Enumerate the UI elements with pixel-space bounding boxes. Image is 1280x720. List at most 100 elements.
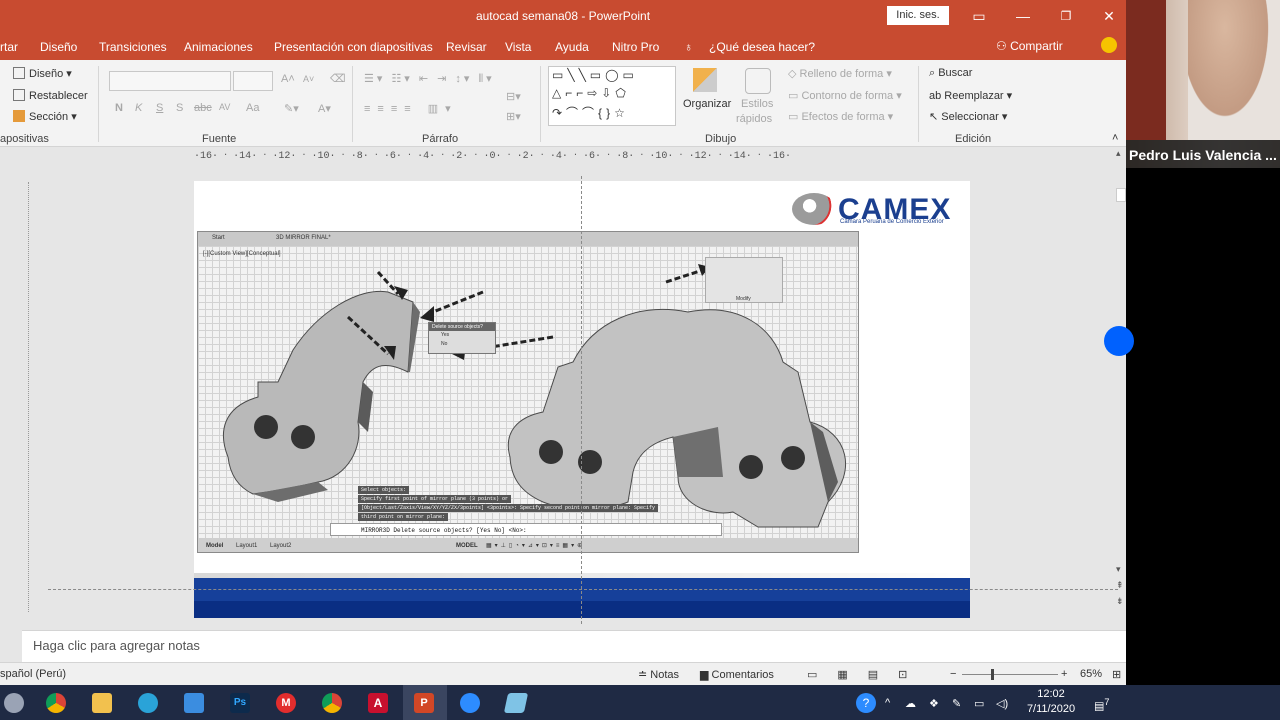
scroll-down-icon[interactable]: ▾ xyxy=(1116,564,1121,575)
scroll-thumb[interactable] xyxy=(1116,188,1126,202)
minimize-button[interactable]: — xyxy=(1008,6,1038,26)
find-button[interactable]: ⌕ Buscar xyxy=(929,67,972,80)
shapes-row-3[interactable]: ↷⌒⌒{}☆ xyxy=(552,104,629,121)
tab-view[interactable]: Vista xyxy=(505,40,531,54)
notes-toggle-button[interactable]: ≐ Notas xyxy=(638,668,679,681)
zoom-level[interactable]: 65% xyxy=(1080,668,1102,680)
arrange-button[interactable]: Organizar xyxy=(683,98,731,110)
clear-format-icon[interactable]: ⌫ xyxy=(330,72,346,85)
edge-icon[interactable] xyxy=(138,693,158,713)
smartart-icon[interactable]: ⊞▾ xyxy=(506,110,521,123)
paragraph-align-icons[interactable]: ≡≡≡≡ ▥▾ xyxy=(364,102,458,115)
quick-styles-label-1[interactable]: Estilos xyxy=(741,98,773,110)
change-case-button[interactable]: Aa xyxy=(246,102,259,114)
shape-outline-button[interactable]: ▭ Contorno de forma ▾ xyxy=(788,89,902,102)
tab-transitions[interactable]: Transiciones xyxy=(99,40,167,54)
replace-button[interactable]: ab Reemplazar ▾ xyxy=(929,89,1012,102)
highlight-icon[interactable]: ✎▾ xyxy=(284,102,299,115)
tab-slideshow[interactable]: Presentación con diapositivas xyxy=(274,40,433,54)
dropbox-icon[interactable] xyxy=(1104,326,1134,356)
strikethrough-button[interactable]: abc xyxy=(194,102,212,114)
notepad-icon[interactable] xyxy=(503,693,529,713)
shape-fill-button[interactable]: ◇ Relleno de forma ▾ xyxy=(788,67,892,80)
notes-placeholder[interactable]: Haga clic para agregar notas xyxy=(33,638,200,653)
photoshop-icon[interactable]: Ps xyxy=(230,693,250,713)
language-indicator[interactable]: spañol (Perú) xyxy=(0,668,66,680)
bold-button[interactable]: N xyxy=(115,102,123,114)
view-buttons[interactable]: ▭▦▤⊡ xyxy=(807,668,927,681)
scroll-up-icon[interactable]: ▴ xyxy=(1116,148,1126,160)
feedback-smiley-icon[interactable] xyxy=(1101,37,1117,53)
fit-slide-icon[interactable]: ⊞ xyxy=(1112,668,1121,681)
title-bar: autocad semana08 - PowerPoint Inic. ses.… xyxy=(0,0,1126,32)
sign-in-button[interactable]: Inic. ses. xyxy=(887,6,949,25)
shapes-row-2[interactable]: △⌐⌐⇨⇩⬠ xyxy=(552,86,630,100)
underline-button[interactable]: S xyxy=(156,102,163,114)
vertical-scrollbar[interactable]: ▴ ▾ ⇞ ⇟ xyxy=(1116,148,1126,618)
layout-button[interactable]: Diseño ▾ xyxy=(13,67,72,80)
tab-nitro-pro[interactable]: Nitro Pro xyxy=(612,40,659,54)
previous-slide-icon[interactable]: ⇞ xyxy=(1116,580,1124,591)
next-slide-icon[interactable]: ⇟ xyxy=(1116,596,1124,607)
zoom-slider-thumb[interactable] xyxy=(991,669,994,680)
font-color-icon[interactable]: A▾ xyxy=(318,102,331,115)
quick-styles-label-2[interactable]: rápidos xyxy=(736,113,772,125)
help-icon[interactable]: ? xyxy=(856,693,876,713)
tab-insert[interactable]: rtar xyxy=(0,40,18,54)
text-align-icon[interactable]: ⊟▾ xyxy=(506,90,521,103)
restore-button[interactable]: ❐ xyxy=(1051,6,1081,26)
status-bar: spañol (Perú) ≐ Notas ▆ Comentarios ▭▦▤⊡… xyxy=(0,662,1126,685)
italic-button[interactable]: K xyxy=(135,102,142,114)
reset-button[interactable]: Restablecer xyxy=(13,89,88,102)
mcafee-icon[interactable]: M xyxy=(276,693,296,713)
autocad-screenshot-image[interactable]: Start 3D MIRROR FINAL* [-][Custom View][… xyxy=(197,231,859,553)
notification-center-icon[interactable]: ▤7 xyxy=(1094,697,1110,713)
tab-design[interactable]: Diseño xyxy=(40,40,77,54)
close-button[interactable]: ✕ xyxy=(1094,6,1124,26)
group-editing-label: Edición xyxy=(955,133,992,145)
chrome-icon[interactable] xyxy=(46,693,66,713)
dropbox-tray-icon[interactable]: ❖ xyxy=(929,697,939,710)
vertical-guide[interactable] xyxy=(581,176,582,624)
start-search-icon[interactable] xyxy=(4,693,24,713)
font-name-box[interactable] xyxy=(109,71,231,91)
battery-icon[interactable]: ▭ xyxy=(974,697,984,710)
shadow-button[interactable]: S xyxy=(176,102,183,114)
font-size-box[interactable] xyxy=(233,71,273,91)
collapse-ribbon-icon[interactable]: ˄ xyxy=(1112,132,1118,144)
horizontal-guide[interactable] xyxy=(48,589,1118,590)
window-title: autocad semana08 - PowerPoint xyxy=(475,9,651,23)
shape-effects-button[interactable]: ▭ Efectos de forma ▾ xyxy=(788,110,893,123)
mail-icon[interactable] xyxy=(184,693,204,713)
ribbon-display-options-icon[interactable]: ▭ xyxy=(964,6,994,26)
zoom-in-icon[interactable]: + xyxy=(1061,668,1067,680)
autocad-icon[interactable]: A xyxy=(368,693,388,713)
tab-help[interactable]: Ayuda xyxy=(555,40,589,54)
grow-font-button[interactable]: A˄ xyxy=(281,73,295,85)
group-divider xyxy=(352,66,353,142)
slide-canvas[interactable]: CAMEX Cámara Peruana de Comercio Exterio… xyxy=(194,181,970,618)
file-explorer-icon[interactable] xyxy=(92,693,112,713)
search-icon: ⌕ xyxy=(929,67,939,79)
powerpoint-icon[interactable]: P xyxy=(414,693,434,713)
tab-animations[interactable]: Animaciones xyxy=(184,40,253,54)
zoom-icon[interactable] xyxy=(460,693,480,713)
tab-review[interactable]: Revisar xyxy=(446,40,487,54)
section-button[interactable]: Sección ▾ xyxy=(13,110,77,123)
shapes-row-1[interactable]: ▭╲╲▭◯▭ xyxy=(552,68,638,82)
show-hidden-icons[interactable]: ^ xyxy=(885,697,890,709)
zoom-slider-track[interactable] xyxy=(962,674,1058,675)
system-clock[interactable]: 12:02 7/11/2020 xyxy=(1022,687,1080,717)
share-button[interactable]: ⚇ Compartir xyxy=(996,39,1063,53)
select-button[interactable]: ↖ Seleccionar ▾ xyxy=(929,110,1007,123)
pen-icon[interactable]: ✎ xyxy=(952,697,961,710)
paragraph-list-icons[interactable]: ☰▾ ☷▾ ⇤ ⇥ ↕▾ ⫴▾ xyxy=(364,72,495,86)
onedrive-icon[interactable]: ☁ xyxy=(905,697,916,710)
char-spacing-button[interactable]: AV xyxy=(219,102,230,112)
tell-me-search[interactable]: ¿Qué desea hacer? xyxy=(709,40,815,54)
comments-button[interactable]: ▆ Comentarios xyxy=(700,668,774,681)
zoom-out-icon[interactable]: − xyxy=(950,668,956,680)
shrink-font-button[interactable]: A˅ xyxy=(303,74,314,84)
volume-icon[interactable]: ◁) xyxy=(996,697,1008,710)
chrome-profile-icon[interactable] xyxy=(322,693,342,713)
